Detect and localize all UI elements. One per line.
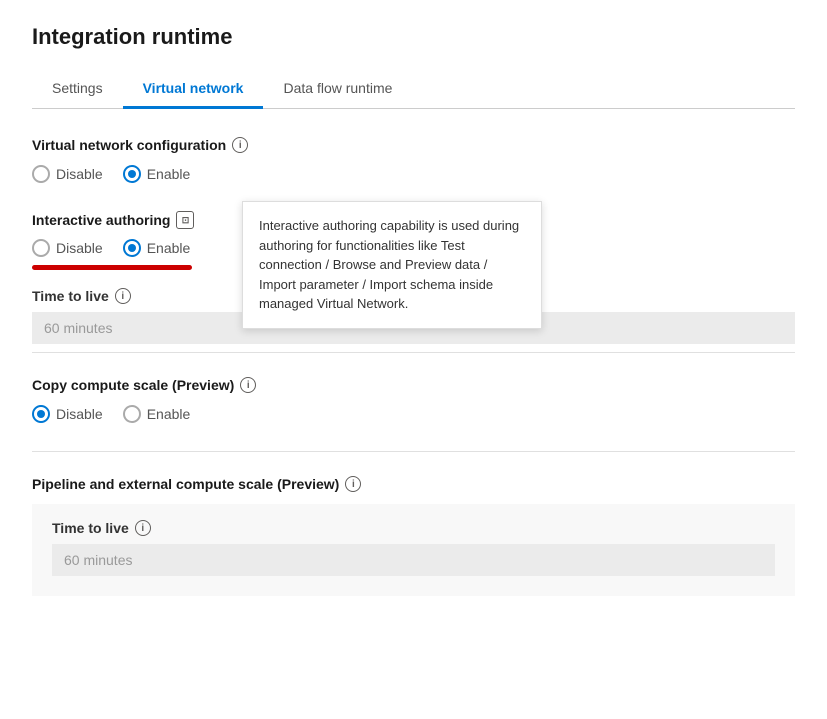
vnet-disable-label[interactable]: Disable	[32, 165, 103, 183]
copy-compute-info-icon[interactable]: i	[240, 377, 256, 393]
copy-compute-disable-radio[interactable]	[32, 405, 50, 423]
interactive-authoring-progress-bar	[32, 265, 192, 270]
pipeline-external-title: Pipeline and external compute scale (Pre…	[32, 476, 795, 492]
vnet-config-section: Virtual network configuration i Disable …	[32, 137, 795, 183]
copy-compute-enable-radio[interactable]	[123, 405, 141, 423]
interactive-disable-label[interactable]: Disable	[32, 239, 103, 257]
vnet-enable-label[interactable]: Enable	[123, 165, 191, 183]
copy-compute-title: Copy compute scale (Preview) i	[32, 377, 795, 393]
time-to-live-pipeline-container: Time to live i 60 minutes	[32, 504, 795, 596]
vnet-config-info-icon[interactable]: i	[232, 137, 248, 153]
vnet-config-radio-group: Disable Enable	[32, 165, 795, 183]
tabs-container: Settings Virtual network Data flow runti…	[32, 70, 795, 109]
vnet-disable-radio[interactable]	[32, 165, 50, 183]
copy-compute-enable-label[interactable]: Enable	[123, 405, 191, 423]
interactive-authoring-tooltip: Interactive authoring capability is used…	[242, 201, 542, 329]
interactive-authoring-icon[interactable]: ⊡	[176, 211, 194, 229]
pipeline-external-section: Pipeline and external compute scale (Pre…	[32, 476, 795, 596]
interactive-enable-radio[interactable]	[123, 239, 141, 257]
tab-virtual-network[interactable]: Virtual network	[123, 70, 264, 109]
vnet-enable-radio[interactable]	[123, 165, 141, 183]
tab-settings[interactable]: Settings	[32, 70, 123, 109]
copy-compute-section: Copy compute scale (Preview) i Disable E…	[32, 377, 795, 423]
time-to-live-pipeline-info-icon[interactable]: i	[135, 520, 151, 536]
vnet-config-title: Virtual network configuration i	[32, 137, 795, 153]
time-to-live-pipeline-input[interactable]: 60 minutes	[52, 544, 775, 576]
copy-compute-radio-group: Disable Enable	[32, 405, 795, 423]
interactive-enable-label[interactable]: Enable	[123, 239, 191, 257]
interactive-authoring-section: Interactive authoring ⊡ Disable Enable I…	[32, 211, 795, 344]
time-to-live-pipeline-label: Time to live i	[52, 520, 775, 536]
interactive-disable-radio[interactable]	[32, 239, 50, 257]
time-to-live-interactive-info-icon[interactable]: i	[115, 288, 131, 304]
pipeline-external-info-icon[interactable]: i	[345, 476, 361, 492]
section-divider-1	[32, 352, 795, 353]
copy-compute-disable-label[interactable]: Disable	[32, 405, 103, 423]
section-divider-2	[32, 451, 795, 452]
tab-data-flow-runtime[interactable]: Data flow runtime	[263, 70, 412, 109]
page-title: Integration runtime	[32, 24, 795, 50]
